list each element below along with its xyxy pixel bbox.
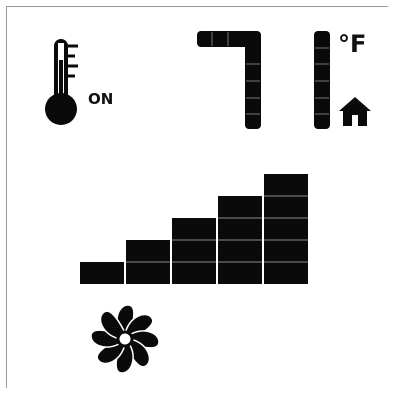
home-icon: [338, 96, 372, 128]
fan-speed-bar-1: [80, 262, 124, 284]
fan-speed-bar-5: [264, 174, 308, 284]
temperature-digit-ones: 1: [312, 30, 332, 130]
fan-icon: [88, 302, 162, 376]
fan-speed-bar-3: [172, 218, 216, 284]
temperature-digit-tens: 7: [196, 30, 266, 130]
power-status-label: ON: [88, 90, 114, 108]
temperature-unit-label: °F: [338, 30, 367, 58]
fan-speed-indicator: [78, 168, 328, 288]
thermometer-icon: [42, 36, 86, 128]
